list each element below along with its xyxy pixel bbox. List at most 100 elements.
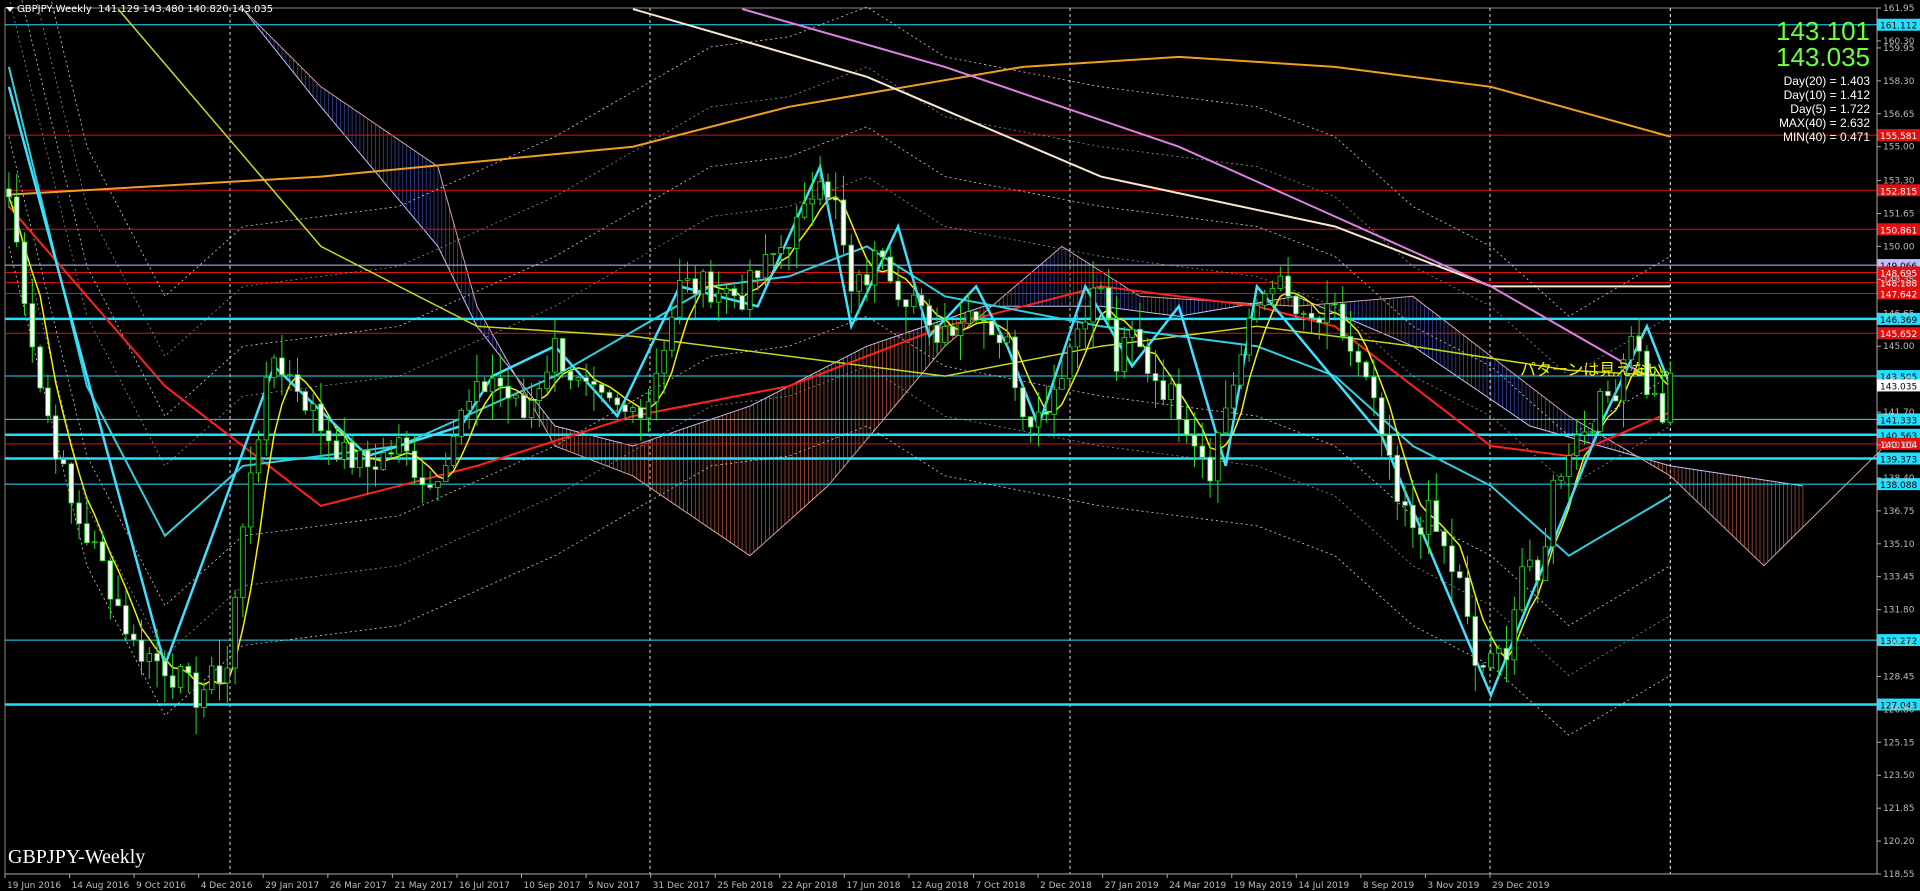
chart-header: GBPJPY,Weekly 141.129 143.480 140.820 14… <box>6 4 273 15</box>
candle-body <box>232 596 238 669</box>
candle-body <box>349 441 355 469</box>
price-tick-label: 141.70 <box>1883 408 1915 418</box>
candle-body <box>1573 434 1580 456</box>
candle-body <box>801 203 808 218</box>
candle-body <box>162 660 168 677</box>
price-tick-label: 136.75 <box>1883 507 1915 517</box>
candle-body <box>1051 388 1057 415</box>
ma-pink-line <box>741 8 1648 377</box>
level-tag-label: 139.373 <box>1880 455 1917 465</box>
ask-price: 143.035 <box>1776 42 1870 72</box>
candle-body <box>1191 434 1198 447</box>
candle-body <box>1113 318 1120 372</box>
candle-body <box>1558 476 1564 481</box>
ma-yellow-line <box>117 8 1671 377</box>
candle-body <box>193 672 199 708</box>
time-tick-label: 19 May 2019 <box>1234 881 1293 891</box>
price-tick-label: 120.20 <box>1883 837 1915 847</box>
candle-body <box>364 449 371 468</box>
candle-body <box>575 377 582 381</box>
price-tick-label: 153.30 <box>1883 177 1915 187</box>
candle-body <box>310 403 316 411</box>
time-tick-label: 8 Sep 2019 <box>1363 881 1415 891</box>
ma-white-line <box>632 8 1671 288</box>
price-tick-label: 146.65 <box>1883 309 1915 319</box>
candle-body <box>520 394 527 419</box>
candle-body <box>458 409 465 437</box>
candle-body <box>419 477 426 486</box>
chart-menu-icon[interactable] <box>6 7 14 12</box>
candle-body <box>559 338 566 372</box>
candle-body <box>1355 350 1362 363</box>
candle-body <box>286 374 293 377</box>
candle-body <box>754 270 761 279</box>
time-tick-label: 17 Jun 2018 <box>846 881 900 891</box>
candle-body <box>1043 411 1050 415</box>
candle-body <box>263 376 270 441</box>
candle-body <box>13 196 20 243</box>
candle-body <box>224 667 231 684</box>
candle-body <box>1261 293 1268 306</box>
candle-body <box>240 526 246 598</box>
candle-body <box>825 181 831 199</box>
price-tick-label: 123.50 <box>1883 771 1915 781</box>
level-tag-label: 147.642 <box>1880 291 1917 301</box>
candle-body <box>1168 383 1174 401</box>
candle-body <box>739 295 745 310</box>
candle-body <box>1542 546 1549 581</box>
candle-body <box>1659 393 1666 423</box>
candle-body <box>1246 317 1252 356</box>
candle-body <box>871 250 878 286</box>
candle-body <box>1417 527 1424 535</box>
candle-body <box>1129 328 1135 338</box>
candle-body <box>99 541 106 562</box>
stat-day20: Day(20) = 1.403 <box>1783 74 1870 88</box>
candle-body <box>1090 287 1096 323</box>
candle-body <box>1566 455 1572 477</box>
candle-body <box>1238 354 1245 386</box>
candle-body <box>1027 416 1034 428</box>
candle-body <box>1425 500 1432 535</box>
candle-body <box>1527 559 1533 568</box>
level-tag-label: 152.815 <box>1880 187 1917 197</box>
candle-body <box>895 280 901 301</box>
candle-body <box>942 326 948 343</box>
candle-body <box>637 407 644 419</box>
candle-body <box>1597 391 1603 432</box>
candle-body <box>169 675 176 688</box>
price-tick-label: 156.65 <box>1883 110 1915 120</box>
candle-body <box>856 274 862 292</box>
time-axis: 19 Jun 2016 14 Aug 2016 9 Oct 2016 4 Dec 20… <box>4 873 1877 891</box>
time-tick-label: 9 Oct 2016 <box>136 881 186 891</box>
time-tick-label: 26 Mar 2017 <box>330 881 387 891</box>
price-tick-label: 145.00 <box>1883 342 1915 352</box>
candle-body <box>1511 609 1518 661</box>
candle-body <box>528 400 535 419</box>
candle-body <box>1464 577 1471 617</box>
candle-body <box>809 198 816 205</box>
candle-body <box>1176 383 1182 420</box>
candle-body <box>1082 321 1089 330</box>
candle-body <box>208 665 215 691</box>
candle-body <box>1332 303 1338 306</box>
candle-body <box>6 188 12 198</box>
candle-body <box>481 381 488 393</box>
price-chart[interactable]: 161.112155.581152.815150.861149.066148.6… <box>0 0 1920 891</box>
candle-body <box>653 372 660 403</box>
candle-body <box>279 357 285 376</box>
candle-body <box>271 357 277 378</box>
candle-body <box>1121 337 1128 372</box>
candle-body <box>1222 407 1229 434</box>
candle-body <box>622 404 628 412</box>
candle-body <box>68 463 75 504</box>
candle-body <box>879 250 886 258</box>
price-tick-label: 131.80 <box>1883 606 1915 616</box>
candle-body <box>934 324 940 343</box>
candle-body <box>973 311 979 321</box>
candle-body <box>1472 616 1479 666</box>
candle-body <box>154 653 160 662</box>
current-price-label: 143.035 <box>1880 382 1917 392</box>
candle-body <box>52 415 59 460</box>
time-tick-label: 10 Sep 2017 <box>524 881 581 891</box>
candle-body <box>544 371 550 390</box>
